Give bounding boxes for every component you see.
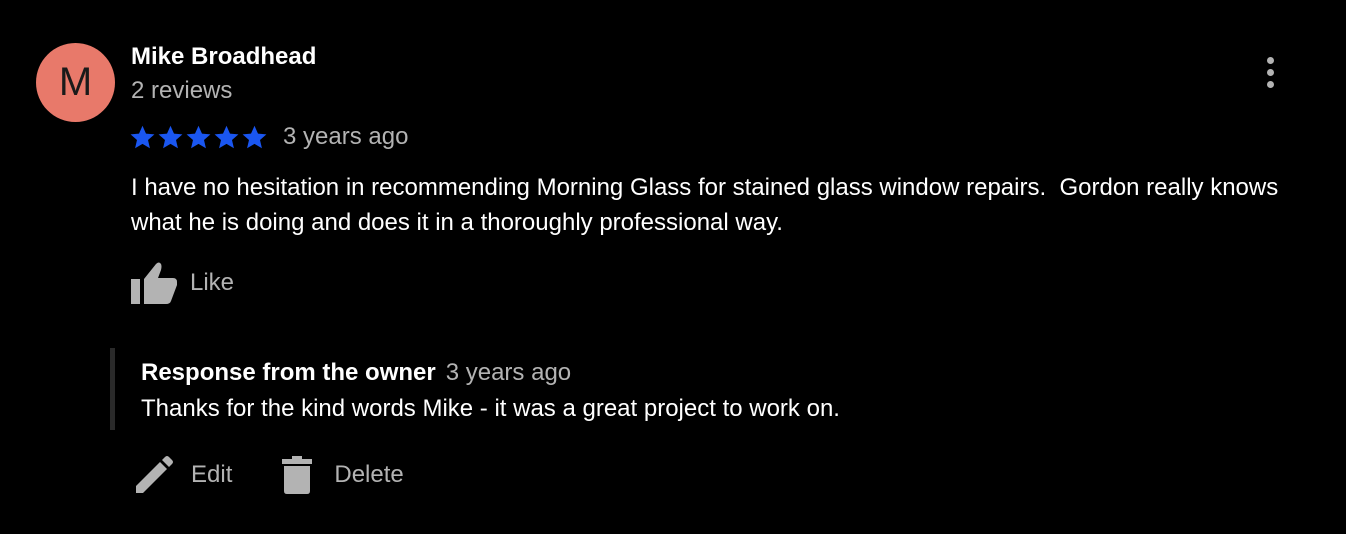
star-rating xyxy=(129,124,268,151)
more-vertical-icon-dot xyxy=(1266,68,1274,76)
more-vertical-icon xyxy=(1266,56,1274,64)
author-review-count[interactable]: 2 reviews xyxy=(131,77,232,105)
more-vertical-icon-dot xyxy=(1266,80,1274,88)
star-icon xyxy=(130,125,155,148)
star-icon xyxy=(186,125,211,148)
trash-icon xyxy=(282,456,313,494)
edit-label: Edit xyxy=(191,461,233,488)
edit-button[interactable]: Edit xyxy=(132,453,232,497)
avatar[interactable]: M xyxy=(36,43,115,122)
avatar-initial: M xyxy=(58,60,93,104)
review-date: 3 years ago xyxy=(283,123,409,150)
owner-response: Response from the owner 3 years ago Than… xyxy=(110,348,1210,430)
delete-label: Delete xyxy=(334,461,404,488)
rating-row: 3 years ago xyxy=(129,121,408,153)
owner-response-title: Response from the owner xyxy=(141,359,436,386)
star-icon xyxy=(242,125,267,148)
more-options-button[interactable] xyxy=(1252,52,1288,92)
review-card: M Mike Broadhead 2 reviews 3 years ago I… xyxy=(0,0,1346,534)
thumbs-up-icon xyxy=(131,262,177,304)
review-text: I have no hesitation in recommending Mor… xyxy=(131,174,1285,236)
delete-button[interactable]: Delete xyxy=(282,456,404,494)
star-icon xyxy=(214,125,239,148)
like-label: Like xyxy=(190,269,235,296)
author-name[interactable]: Mike Broadhead xyxy=(131,43,316,71)
owner-response-header: Response from the owner 3 years ago xyxy=(141,359,1210,387)
pencil-icon xyxy=(136,456,173,493)
owner-response-date: 3 years ago xyxy=(445,359,572,386)
like-button[interactable]: Like xyxy=(130,260,234,306)
star-icon xyxy=(158,125,183,148)
owner-response-text: Thanks for the kind words Mike - it was … xyxy=(141,395,840,422)
response-actions: Edit Delete xyxy=(132,452,404,498)
